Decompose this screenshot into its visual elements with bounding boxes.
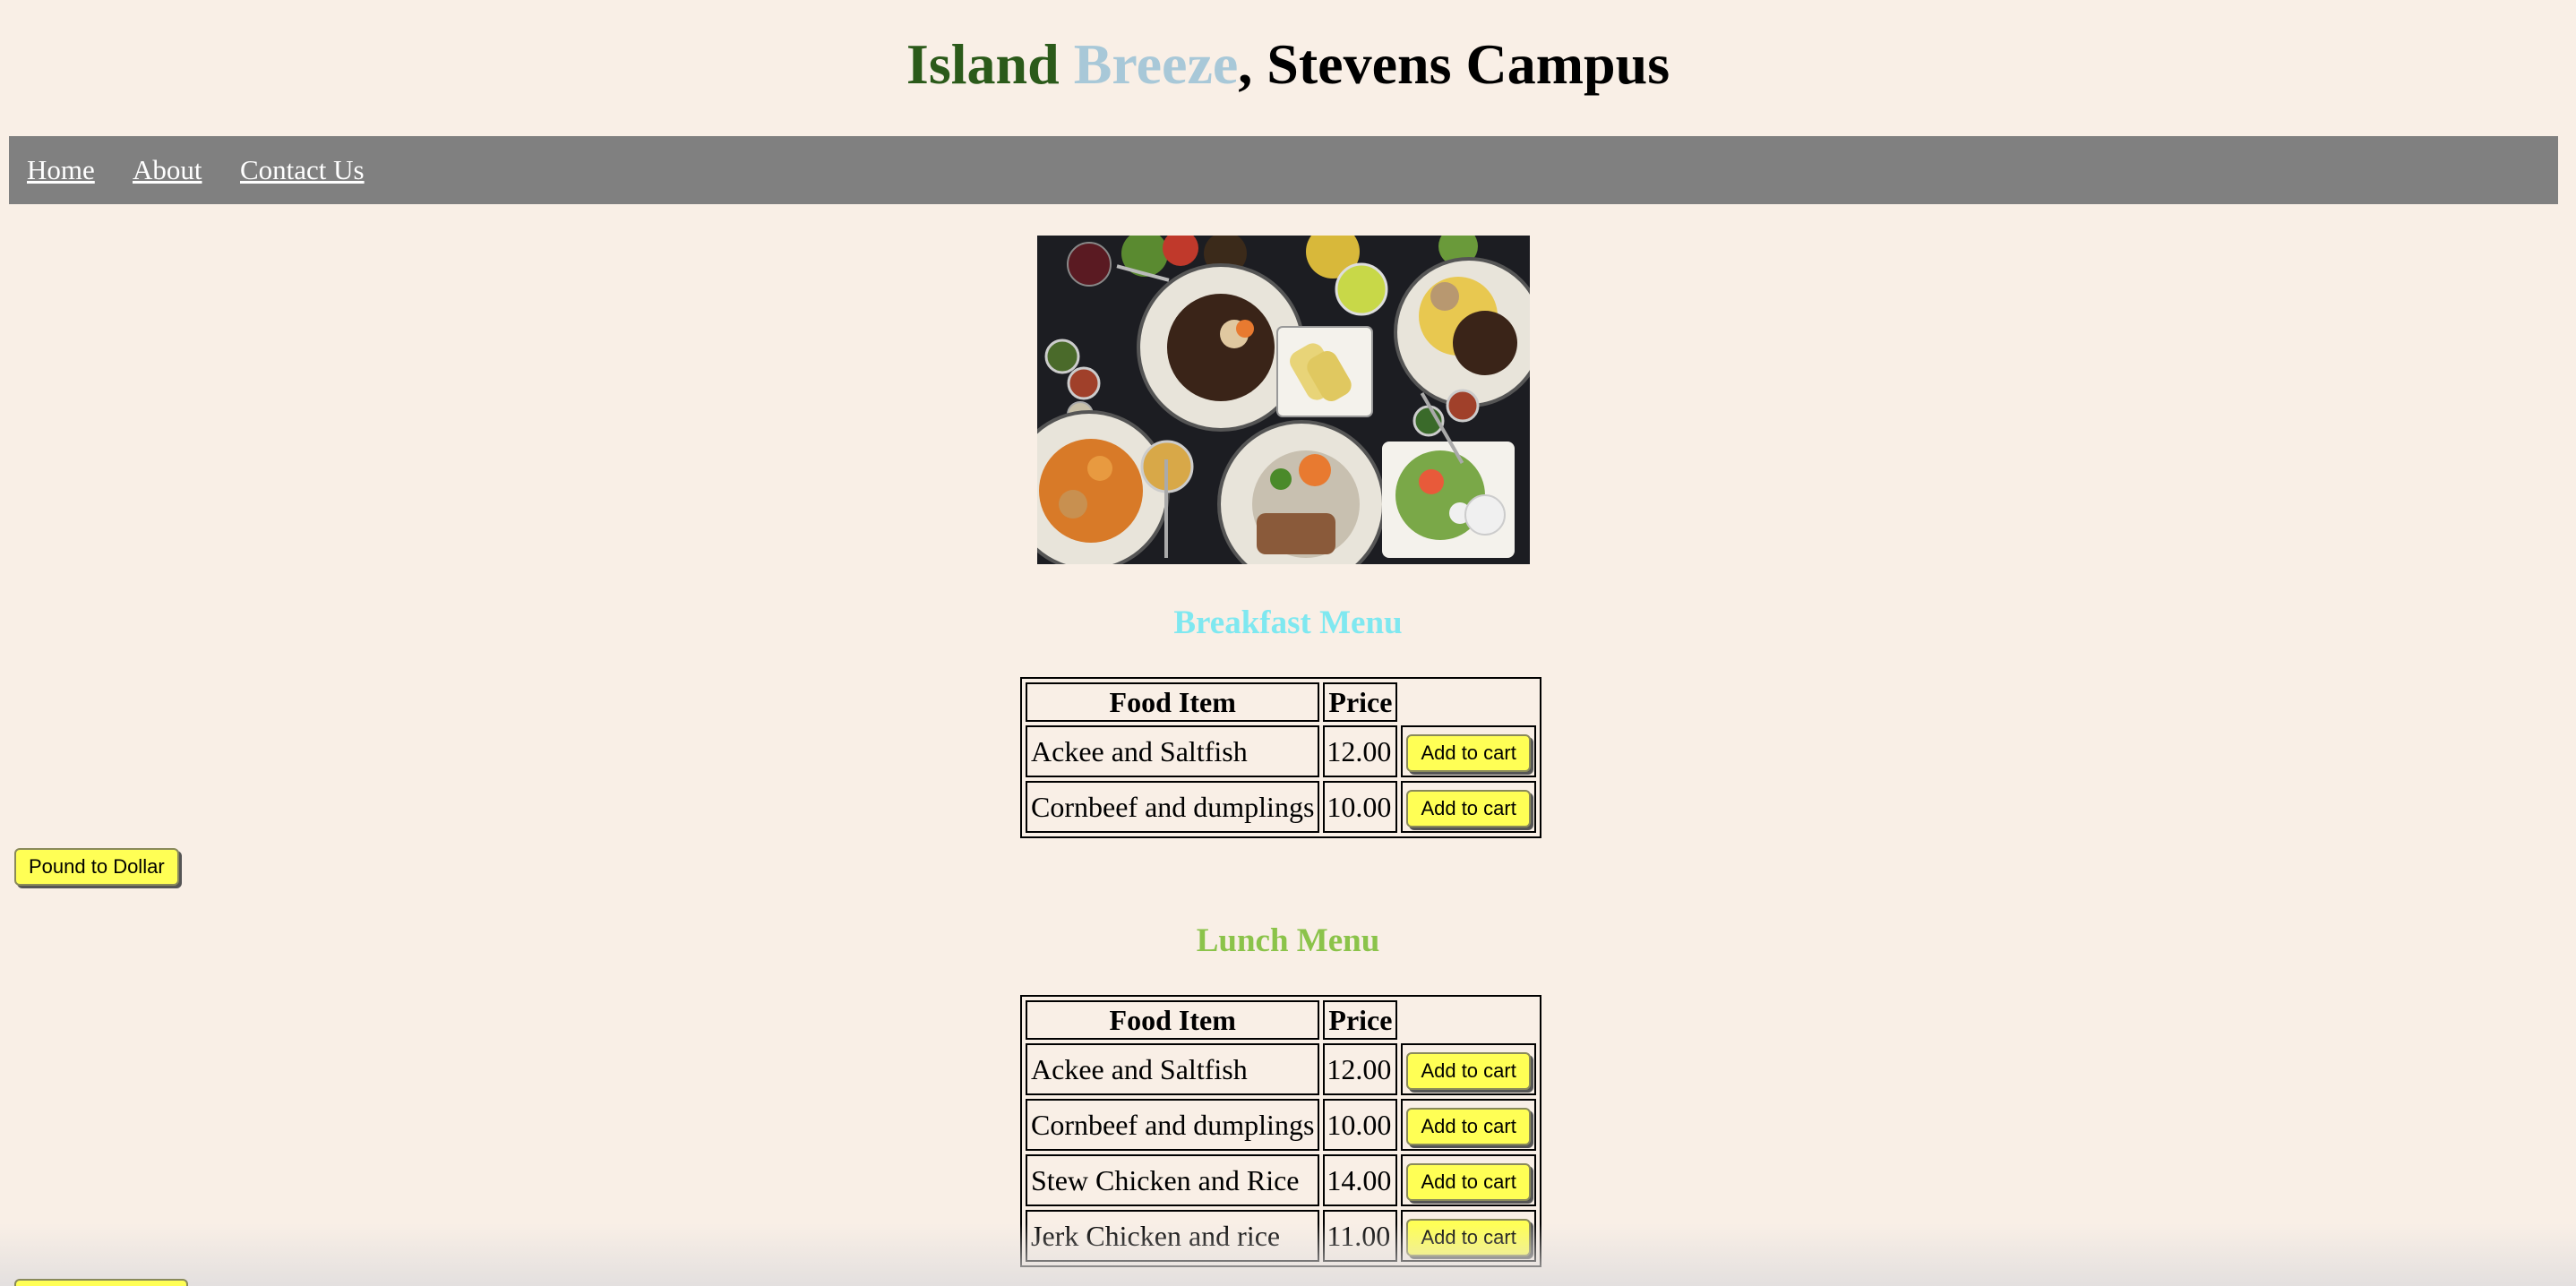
add-to-cart-button[interactable]: Add to cart: [1406, 1051, 1531, 1090]
food-item-price: 12.00: [1323, 1043, 1398, 1095]
nav-link-contact[interactable]: Contact Us: [240, 152, 365, 188]
partially-visible-button[interactable]: [14, 1279, 188, 1286]
cart-cell: Add to cart: [1401, 781, 1536, 833]
hero-food-image: [1037, 236, 1530, 564]
breakfast-menu-title: Breakfast Menu: [1173, 604, 1403, 641]
nav-link-home[interactable]: Home: [27, 152, 95, 188]
food-item-price: 14.00: [1323, 1154, 1398, 1206]
page-title: Island Breeze, Stevens Campus: [0, 27, 2576, 102]
pound-to-dollar-button[interactable]: Pound to Dollar: [14, 848, 179, 886]
title-campus: , Stevens Campus: [1238, 32, 1670, 96]
column-header-price: Price: [1323, 1000, 1398, 1040]
cart-cell: Add to cart: [1401, 1043, 1536, 1095]
food-item-price: 12.00: [1323, 725, 1398, 777]
column-header-food-item: Food Item: [1026, 1000, 1320, 1040]
title-island: Island: [906, 32, 1060, 96]
column-header-price: Price: [1323, 682, 1398, 722]
table-header-row: Food Item Price: [1026, 682, 1536, 722]
column-header-blank: [1401, 1000, 1535, 1040]
title-breeze: Breeze: [1073, 32, 1239, 96]
cart-cell: Add to cart: [1401, 1210, 1536, 1262]
add-to-cart-button[interactable]: Add to cart: [1406, 789, 1531, 827]
food-item-name: Cornbeef and dumplings: [1026, 781, 1320, 833]
food-item-name: Jerk Chicken and rice: [1026, 1210, 1320, 1262]
food-item-name: Cornbeef and dumplings: [1026, 1099, 1320, 1151]
table-row: Jerk Chicken and rice 11.00 Add to cart: [1026, 1210, 1536, 1262]
food-item-price: 11.00: [1323, 1210, 1398, 1262]
add-to-cart-button[interactable]: Add to cart: [1406, 733, 1531, 772]
table-header-row: Food Item Price: [1026, 1000, 1536, 1040]
lunch-menu-table: Food Item Price Ackee and Saltfish 12.00…: [1020, 995, 1541, 1267]
add-to-cart-button[interactable]: Add to cart: [1406, 1162, 1531, 1201]
cart-cell: Add to cart: [1401, 725, 1536, 777]
table-row: Cornbeef and dumplings 10.00 Add to cart: [1026, 1099, 1536, 1151]
lunch-menu-title: Lunch Menu: [1196, 922, 1380, 959]
breakfast-menu-table: Food Item Price Ackee and Saltfish 12.00…: [1020, 677, 1541, 838]
table-row: Cornbeef and dumplings 10.00 Add to cart: [1026, 781, 1536, 833]
column-header-food-item: Food Item: [1026, 682, 1320, 722]
add-to-cart-button[interactable]: Add to cart: [1406, 1218, 1531, 1256]
food-item-price: 10.00: [1323, 781, 1398, 833]
nav-bar: Home About Contact Us: [9, 136, 2558, 204]
add-to-cart-button[interactable]: Add to cart: [1406, 1107, 1531, 1145]
cart-cell: Add to cart: [1401, 1099, 1536, 1151]
table-row: Stew Chicken and Rice 14.00 Add to cart: [1026, 1154, 1536, 1206]
cart-cell: Add to cart: [1401, 1154, 1536, 1206]
table-row: Ackee and Saltfish 12.00 Add to cart: [1026, 1043, 1536, 1095]
food-item-name: Ackee and Saltfish: [1026, 725, 1320, 777]
food-photo: [1037, 236, 1530, 564]
food-item-name: Ackee and Saltfish: [1026, 1043, 1320, 1095]
food-item-name: Stew Chicken and Rice: [1026, 1154, 1320, 1206]
nav-link-about[interactable]: About: [133, 152, 202, 188]
table-row: Ackee and Saltfish 12.00 Add to cart: [1026, 725, 1536, 777]
food-item-price: 10.00: [1323, 1099, 1398, 1151]
column-header-blank: [1401, 682, 1535, 722]
